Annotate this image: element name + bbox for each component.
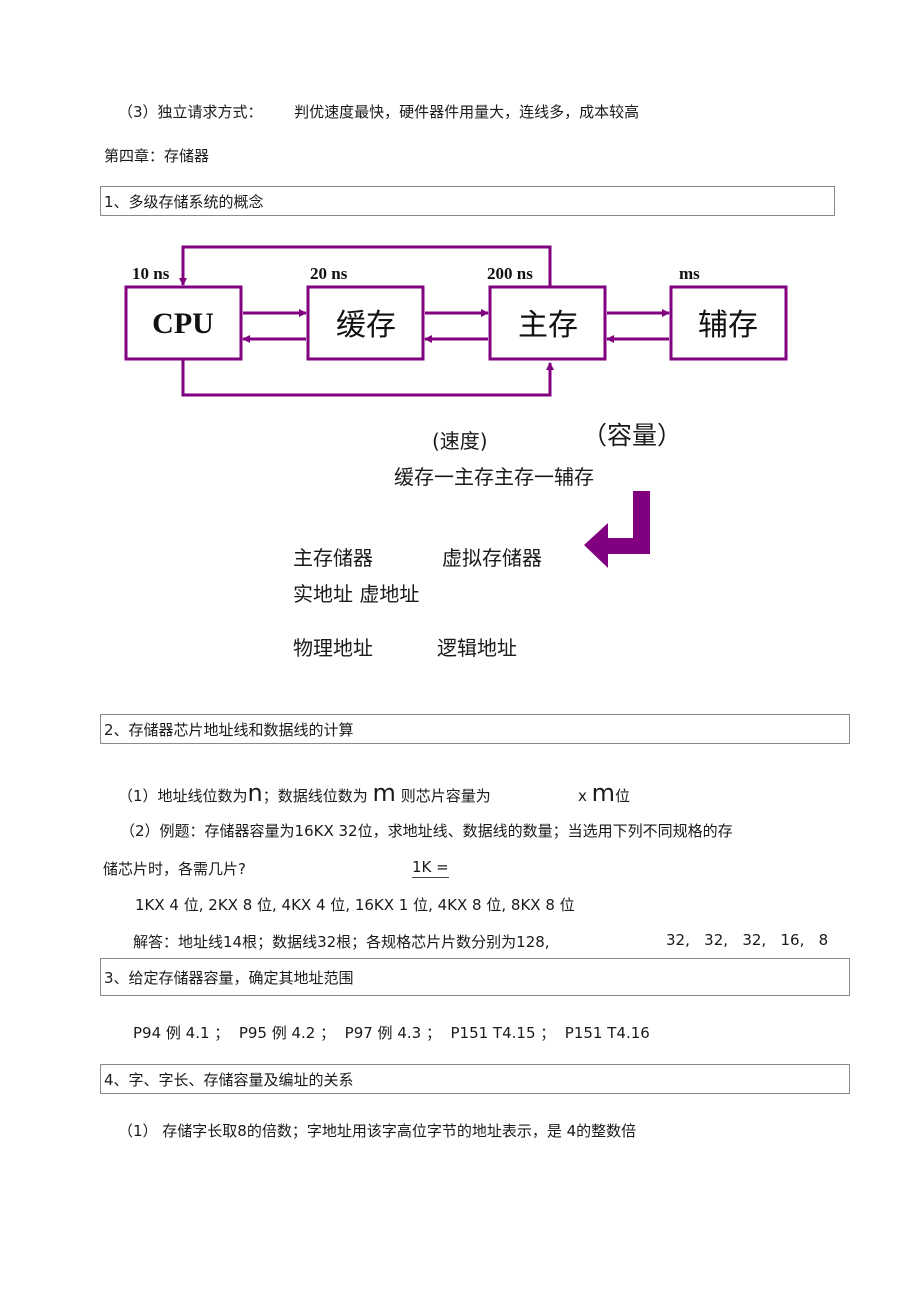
bent-arrow-icon [584, 491, 650, 568]
section-title: 1、多级存储系统的概念 [104, 192, 264, 211]
memory-hierarchy-diagram: 10 ns 20 ns 200 ns ms CPU 缓存 主存 辅存 [124, 245, 788, 397]
section2-item2-line1: （2）例题：存储器容量为16KX 32位，求地址线、数据线的数量；当选用下列不同… [120, 822, 733, 840]
address-terms: 实地址 虚地址 [293, 582, 420, 606]
loop-cpu-to-main [181, 360, 554, 397]
intro-text: 判优速度最快，硬件器件用量大，连线多，成本较高 [294, 103, 640, 121]
var-m2: m [591, 779, 616, 807]
levels-line: 缓存一主存主存一辅存 [394, 465, 594, 489]
label-cache: 缓存 [336, 309, 396, 342]
reference-list: P94 例 4.1 ； P95 例 4.2 ； P97 例 4.3 ； P151… [133, 1024, 650, 1042]
item1-prefix: （1）地址线位数为 [118, 787, 248, 805]
chip-specs: 1KX 4 位, 2KX 8 位, 4KX 4 位, 16KX 1 位, 4KX… [135, 896, 575, 914]
section-header-3: 3、给定存储器容量，确定其地址范围 [100, 958, 850, 996]
var-n: n [247, 779, 263, 807]
chapter-title: 第四章：存储器 [104, 147, 210, 165]
item1-after: 则芯片容量为 [395, 787, 491, 805]
section-header-1: 1、多级存储系统的概念 [100, 186, 835, 216]
capacity-label: （容量） [582, 423, 683, 450]
answer-counts: 32, 32, 32, 16, 8 [666, 931, 829, 949]
label-cpu: CPU [152, 307, 214, 340]
intro-label: （3）独立请求方式： [118, 103, 263, 121]
var-m: m [372, 779, 396, 807]
timing-cpu: 10 ns [132, 264, 170, 283]
section-title: 3、给定存储器容量，确定其地址范围 [104, 968, 354, 987]
timing-main: 200 ns [487, 264, 533, 283]
section-header-4: 4、字、字长、存储容量及编址的关系 [100, 1064, 850, 1094]
timing-cache: 20 ns [310, 264, 348, 283]
intro-line: （3）独立请求方式： 判优速度最快，硬件器件用量大，连线多，成本较高 [118, 101, 639, 122]
times-x: x [578, 787, 592, 805]
main-memory-term: 主存储器 [293, 546, 373, 570]
label-secondary: 辅存 [698, 309, 758, 342]
section2-item1-tail: x m位 [578, 779, 630, 807]
section2-item1: （1）地址线位数为n；数据线位数为 m 则芯片容量为 [118, 779, 491, 807]
section4-item1: （1） 存储字长取8的倍数；字地址用该字高位字节的地址表示，是 4的整数倍 [118, 1122, 637, 1140]
k-equals-text: 1K = [412, 858, 449, 878]
timing-secondary: ms [679, 264, 700, 283]
virtual-memory-term: 虚拟存储器 [442, 546, 542, 570]
label-main: 主存 [518, 309, 578, 342]
logical-address-term: 逻辑地址 [437, 636, 517, 660]
item1-mid: ；数据线位数为 [262, 787, 373, 805]
section-header-2: 2、存储器芯片地址线和数据线的计算 [100, 714, 850, 744]
section-title: 2、存储器芯片地址线和数据线的计算 [104, 720, 354, 739]
section-title: 4、字、字长、存储容量及编址的关系 [104, 1070, 354, 1089]
section2-item2-line2: 储芯片时，各需几片? [103, 860, 246, 878]
speed-label: (速度) [432, 429, 488, 453]
item1-end: 位 [615, 787, 631, 805]
physical-address-term: 物理地址 [293, 636, 373, 660]
answer-line: 解答：地址线14根；数据线32根；各规格芯片片数分别为128, [133, 933, 550, 951]
k-equals: 1K = [412, 858, 449, 878]
